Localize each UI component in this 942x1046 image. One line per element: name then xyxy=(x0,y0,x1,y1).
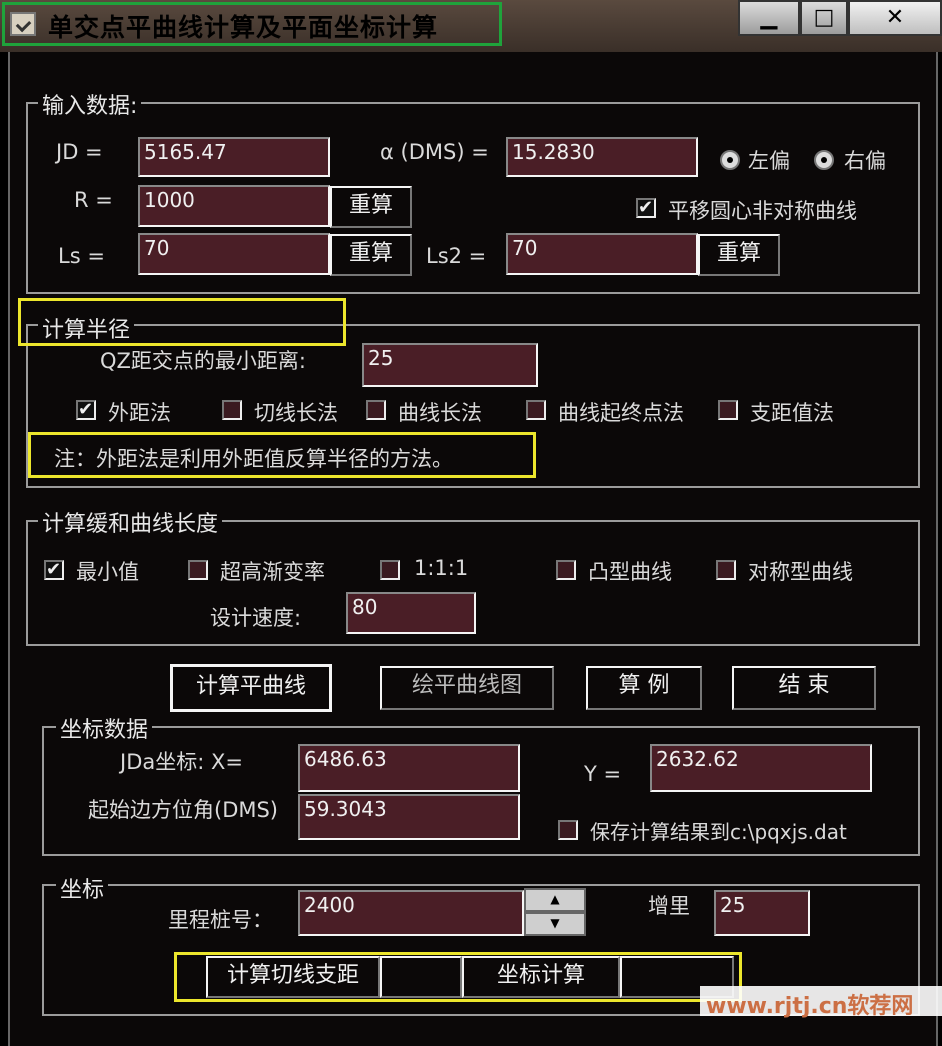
station-input[interactable]: 2400 xyxy=(298,890,524,936)
ls2-input[interactable]: 70 xyxy=(506,233,698,275)
y-label: Y = xyxy=(584,762,622,786)
example-button[interactable]: 算 例 xyxy=(586,666,702,710)
recalc-ls2-button[interactable]: 重算 xyxy=(698,234,780,276)
recalc-ls-button[interactable]: 重算 xyxy=(330,234,412,276)
ls-input[interactable]: 70 xyxy=(138,233,330,275)
window-title: 单交点平曲线计算及平面坐标计算 xyxy=(48,13,439,42)
increment-input[interactable]: 25 xyxy=(714,890,810,936)
minimize-button[interactable]: ▁ xyxy=(738,0,800,36)
transition-legend: 计算缓和曲线长度 xyxy=(38,506,223,538)
tangent-length-checkbox[interactable] xyxy=(222,400,242,420)
symmetric-curve-checkbox[interactable] xyxy=(716,560,736,580)
spin-down-icon[interactable]: ▼ xyxy=(524,912,586,936)
close-icon: ✕ xyxy=(885,5,905,30)
curve-endpoints-label: 曲线起终点法 xyxy=(558,401,684,425)
right-deflection-label: 右偏 xyxy=(844,149,886,173)
azimuth-label: 起始边方位角(DMS) xyxy=(88,798,279,822)
speed-input[interactable]: 80 xyxy=(346,592,476,634)
ls2-label: Ls2 = xyxy=(426,244,487,268)
right-deflection-radio[interactable] xyxy=(814,150,834,170)
coord-calc-button[interactable]: 坐标计算 xyxy=(462,956,620,998)
min-value-label: 最小值 xyxy=(76,560,139,584)
x-input[interactable]: 6486.63 xyxy=(298,744,520,792)
ls-label: Ls = xyxy=(58,244,105,268)
superelevation-checkbox[interactable] xyxy=(188,560,208,580)
convex-curve-label: 凸型曲线 xyxy=(588,560,672,584)
close-button[interactable]: ✕ xyxy=(848,0,942,36)
r-label: R = xyxy=(74,188,113,212)
translate-center-checkbox[interactable] xyxy=(636,197,656,218)
r-input[interactable]: 1000 xyxy=(138,185,330,227)
radius-highlight-frame xyxy=(18,298,346,346)
offset-value-checkbox[interactable] xyxy=(718,400,738,420)
curve-length-checkbox[interactable] xyxy=(366,400,386,420)
left-deflection-label: 左偏 xyxy=(748,149,790,173)
watermark: www.rjtj.cn软荐网 xyxy=(706,994,914,1019)
azimuth-input[interactable]: 59.3043 xyxy=(298,794,520,840)
minimize-icon: ▁ xyxy=(760,5,778,30)
speed-label: 设计速度: xyxy=(210,606,302,630)
qz-input[interactable]: 25 xyxy=(362,343,538,387)
tangent-length-label: 切线长法 xyxy=(254,401,338,425)
curve-length-label: 曲线长法 xyxy=(398,401,482,425)
jd-input[interactable]: 5165.47 xyxy=(138,137,330,177)
superelevation-label: 超高渐变率 xyxy=(220,560,325,584)
translate-center-label: 平移圆心非对称曲线 xyxy=(668,199,857,223)
save-results-checkbox[interactable] xyxy=(558,820,578,840)
calc-curve-button[interactable]: 计算平曲线 xyxy=(170,664,332,712)
tangent-offset-button[interactable]: 计算切线支距 xyxy=(206,956,380,998)
symmetric-curve-label: 对称型曲线 xyxy=(748,560,853,584)
maximize-icon: □ xyxy=(813,5,835,30)
save-results-label: 保存计算结果到c:\pqxjs.dat xyxy=(590,820,847,844)
end-button[interactable]: 结 束 xyxy=(732,666,876,710)
draw-curve-button[interactable]: 绘平曲线图 xyxy=(380,666,554,710)
blank-button-1[interactable] xyxy=(380,956,462,998)
input-data-legend: 输入数据: xyxy=(38,88,142,120)
coord-data-legend: 坐标数据 xyxy=(56,712,153,744)
ratio-111-label: 1:1:1 xyxy=(414,556,469,580)
ratio-111-checkbox[interactable] xyxy=(380,560,400,580)
y-input[interactable]: 2632.62 xyxy=(650,744,872,792)
station-label: 里程桩号： xyxy=(168,908,273,932)
qz-label: QZ距交点的最小距离: xyxy=(100,349,306,373)
jda-label: JDa坐标: X= xyxy=(120,750,243,774)
left-deflection-radio[interactable] xyxy=(720,150,740,170)
jd-label: JD = xyxy=(56,140,103,164)
app-icon xyxy=(10,12,36,36)
radius-note: 注：外距法是利用外距值反算半径的方法。 xyxy=(54,447,453,471)
curve-endpoints-checkbox[interactable] xyxy=(526,400,546,420)
offset-value-label: 支距值法 xyxy=(750,401,834,425)
outer-distance-checkbox[interactable] xyxy=(76,399,96,420)
alpha-label: α (DMS) = xyxy=(380,140,489,164)
spin-up-icon[interactable]: ▲ xyxy=(524,888,586,912)
increment-label: 增里 xyxy=(648,894,690,918)
alpha-input[interactable]: 15.2830 xyxy=(506,137,698,177)
coord-legend: 坐标 xyxy=(56,872,109,904)
maximize-button[interactable]: □ xyxy=(800,0,848,36)
recalc-r-button[interactable]: 重算 xyxy=(330,186,412,228)
convex-curve-checkbox[interactable] xyxy=(556,560,576,580)
min-value-checkbox[interactable] xyxy=(44,559,64,580)
outer-distance-label: 外距法 xyxy=(108,401,171,425)
